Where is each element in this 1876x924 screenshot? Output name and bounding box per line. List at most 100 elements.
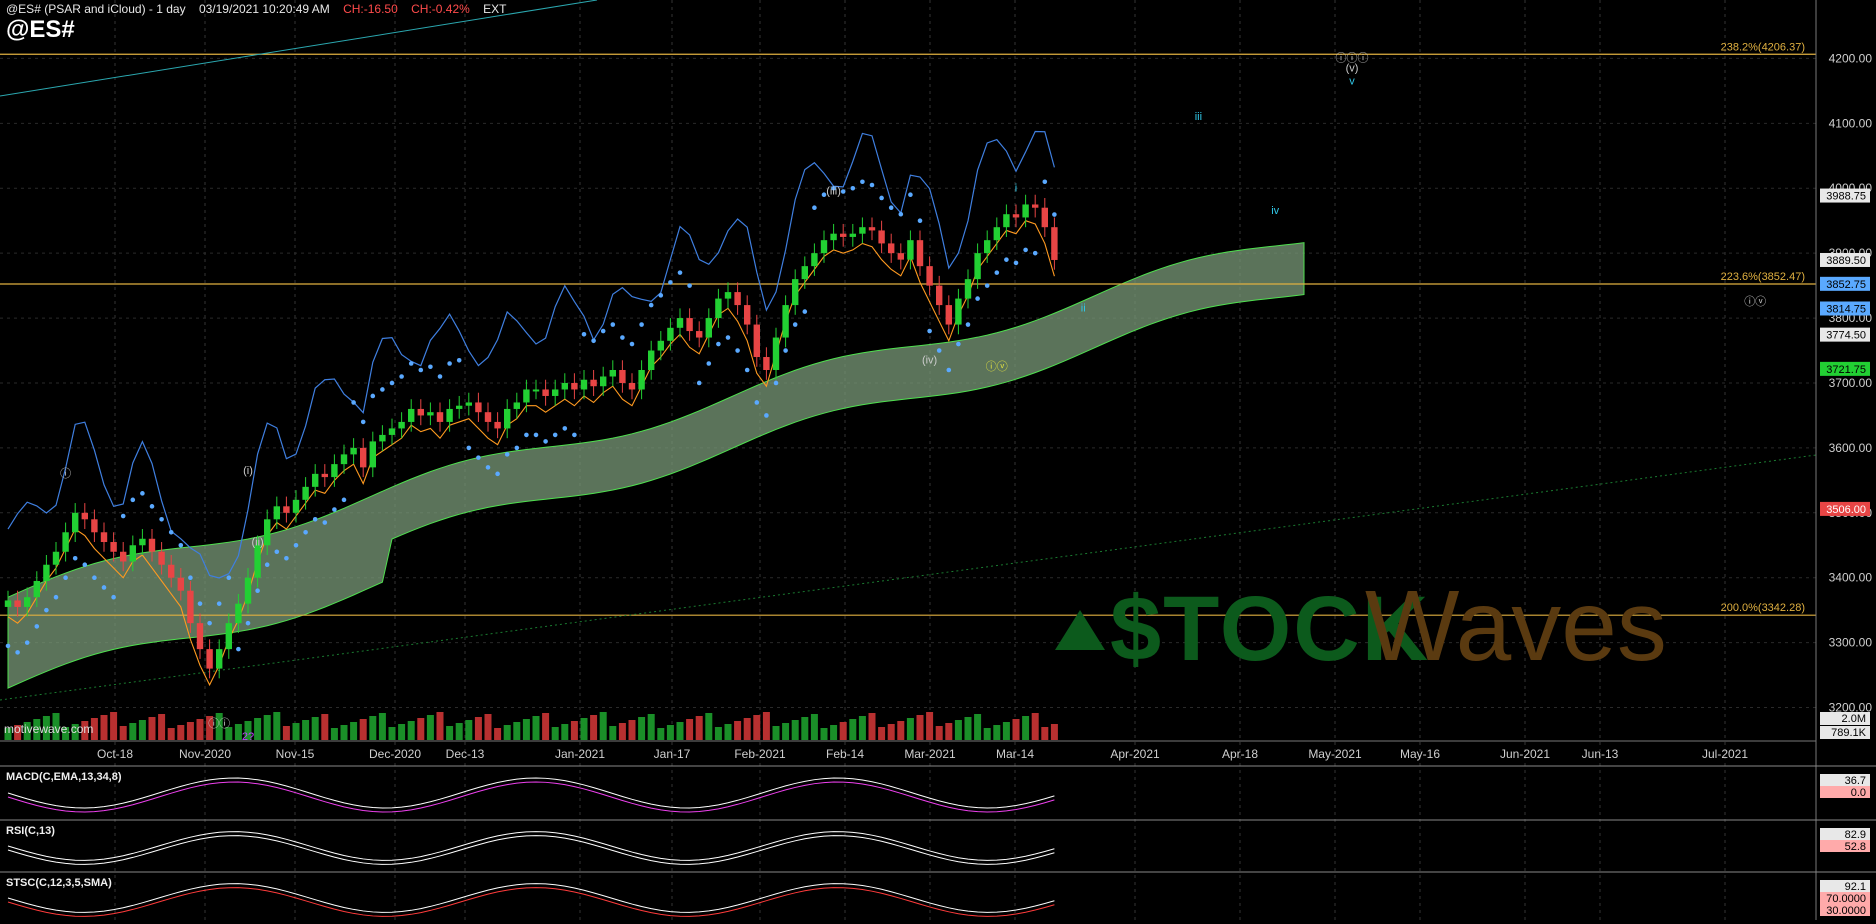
psar-dot <box>111 594 116 600</box>
candle-body <box>782 305 789 338</box>
wave-label: ⓘⓥ <box>1744 295 1766 308</box>
pane-title: STSC(C,12,3,5,SMA) <box>6 877 112 889</box>
x-tick-label: Feb-14 <box>826 747 864 761</box>
volume-bar <box>407 721 415 740</box>
volume-bar <box>129 723 137 740</box>
psar-dot <box>610 322 616 327</box>
volume-bar <box>186 722 194 740</box>
candle-body <box>840 233 847 237</box>
fib-level-label: 223.6%(3852.47) <box>1721 271 1805 283</box>
volume-bar <box>954 720 962 740</box>
candle-body <box>350 447 357 455</box>
psar-dot <box>591 338 596 344</box>
psar-dot <box>284 555 289 561</box>
volume-bar <box>618 723 626 740</box>
psar-dot <box>908 192 913 198</box>
psar-dot <box>322 520 328 525</box>
volume-bar <box>734 721 742 740</box>
psar-dot <box>802 309 808 314</box>
price-tag-label: 3721.75 <box>1826 364 1866 376</box>
psar-dot <box>725 335 731 340</box>
volume-bar <box>590 715 598 740</box>
candle-body <box>849 233 856 237</box>
wave-label: ⓘ <box>60 467 71 480</box>
candle-body <box>916 240 924 267</box>
psar-dot <box>380 387 385 392</box>
volume-bar <box>465 720 473 740</box>
pane-title: RSI(C,13) <box>6 825 55 837</box>
candle-body <box>148 538 156 552</box>
volume-bar <box>100 715 108 740</box>
candle-body <box>340 454 348 465</box>
volume-bar <box>513 722 521 740</box>
volume-bar <box>426 715 434 740</box>
psar-dot <box>149 504 155 509</box>
candle-body <box>388 428 396 435</box>
volume-bar <box>753 715 761 740</box>
psar-dot <box>120 513 126 519</box>
candle-body <box>446 408 453 422</box>
candle-body <box>398 421 405 429</box>
candle-body <box>600 376 607 387</box>
volume-bar <box>340 725 348 740</box>
candle-body <box>744 305 751 325</box>
volume-bar <box>388 727 396 740</box>
candle-body <box>859 227 866 234</box>
psar-dot <box>984 283 990 288</box>
candle-body <box>609 370 616 377</box>
candle-body <box>513 402 520 409</box>
volume-bar <box>263 715 271 740</box>
volume-bar <box>926 712 934 740</box>
psar-dot <box>668 280 673 285</box>
candle-body <box>62 532 69 552</box>
x-tick-label: Jun-13 <box>1582 747 1619 761</box>
candle-body <box>888 243 895 254</box>
volume-bar <box>916 715 924 740</box>
psar-dot <box>850 185 856 191</box>
candle-body <box>955 298 962 325</box>
psar-dot <box>620 335 625 340</box>
candle-body <box>292 499 300 513</box>
psar-dot <box>495 471 500 477</box>
x-tick-label: May-2021 <box>1308 747 1362 761</box>
wave-label: (i) <box>243 465 253 477</box>
x-tick-label: Dec-13 <box>446 747 485 761</box>
volume-bar <box>321 714 329 740</box>
indicator-signal-line <box>7 887 1055 917</box>
stockwaves-watermark: $TOCKWaves <box>1055 570 1667 682</box>
candle-body <box>1032 204 1039 208</box>
volume-bar <box>830 725 838 740</box>
volume-bar <box>858 716 866 740</box>
volume-bar <box>1041 727 1049 740</box>
psar-dot <box>418 367 424 373</box>
volume-bar <box>484 714 492 740</box>
candle-body <box>206 649 213 669</box>
chart-header: @ES# (PSAR and iCloud) - 1 day 03/19/202… <box>6 2 517 16</box>
candle-body <box>4 600 12 607</box>
candle-body <box>590 379 597 387</box>
psar-dot <box>533 432 539 438</box>
candle-body <box>868 227 876 231</box>
volume-bar <box>167 728 175 740</box>
psar-dot <box>840 189 846 194</box>
psar-dot <box>754 400 760 405</box>
indicator-tag-label: 0.0 <box>1851 787 1866 799</box>
wave-label: iv <box>1271 205 1279 217</box>
volume-bar <box>359 719 367 740</box>
candle-body <box>763 357 770 370</box>
x-tick-label: Apr-18 <box>1222 747 1258 761</box>
volume-bar <box>820 728 828 740</box>
psar-dot <box>389 380 395 386</box>
candle-body <box>283 506 290 513</box>
x-tick-label: Mar-2021 <box>904 747 956 761</box>
candle-body <box>1022 204 1029 218</box>
indicator-tag-label: 36.7 <box>1845 775 1866 787</box>
volume-bar <box>974 714 982 740</box>
wave-label: ⓘⓘ <box>208 717 230 730</box>
x-tick-label: Feb-2021 <box>734 747 786 761</box>
chart-canvas[interactable]: 238.2%(4206.37) 223.6%(3852.47) 200.0%(334… <box>0 0 1876 924</box>
psar-dot <box>1023 247 1028 253</box>
psar-dot <box>168 529 174 535</box>
psar-dot <box>879 195 884 201</box>
psar-dot <box>293 542 299 548</box>
